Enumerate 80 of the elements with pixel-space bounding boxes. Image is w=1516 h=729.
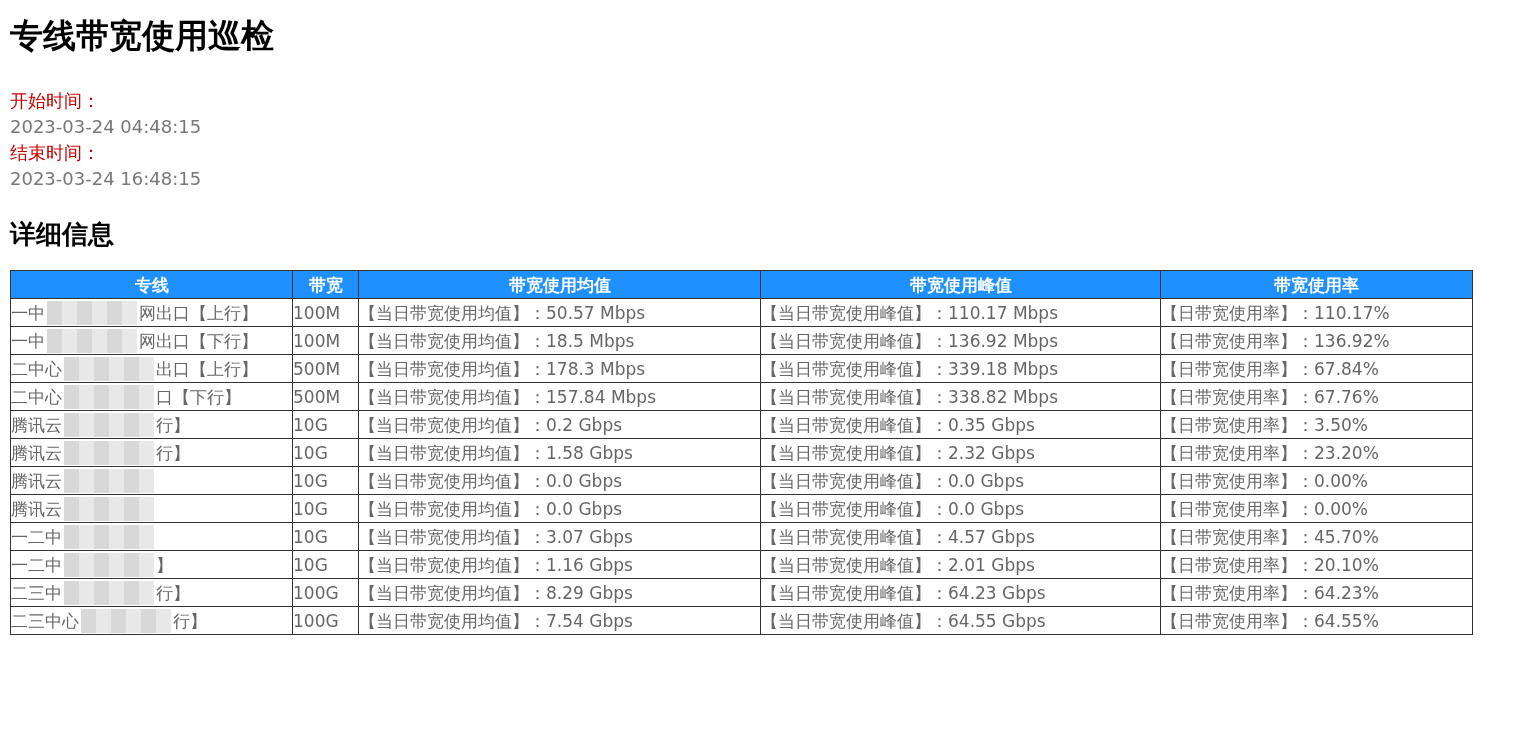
start-time-value: 2023-03-24 04:48:15 — [10, 115, 202, 139]
table-cell: 10G — [292, 438, 359, 467]
table-cell: 【日带宽使用率】：0.00% — [1160, 466, 1473, 495]
table-cell: 100G — [292, 606, 359, 635]
table-cell: 【当日带宽使用均值】：0.0 Gbps — [358, 466, 761, 495]
line-name-fragment: 一二中 — [11, 525, 62, 549]
line-name-fragment: 口【下行】 — [156, 385, 241, 409]
table-cell: 500M — [292, 354, 359, 383]
table-cell: 500M — [292, 382, 359, 411]
line-name-fragment: 出口【上行】 — [156, 357, 258, 381]
table-cell: 【日带宽使用率】：23.20% — [1160, 438, 1473, 467]
table-cell: 【当日带宽使用峰值】：110.17 Mbps — [760, 298, 1161, 327]
table-cell: 【当日带宽使用峰值】：2.32 Gbps — [760, 438, 1161, 467]
table-cell: 10G — [292, 550, 359, 579]
line-name-fragment: 行】 — [156, 413, 190, 437]
column-header: 带宽使用峰值 — [760, 270, 1161, 299]
line-name-fragment: 行】 — [173, 609, 207, 633]
table-cell: 【当日带宽使用峰值】：2.01 Gbps — [760, 550, 1161, 579]
table-cell: 【日带宽使用率】：45.70% — [1160, 522, 1473, 551]
table-cell: 【当日带宽使用峰值】：4.57 Gbps — [760, 522, 1161, 551]
table-cell: 【当日带宽使用均值】：1.16 Gbps — [358, 550, 761, 579]
line-name-fragment: 腾讯云 — [11, 441, 62, 465]
line-name-fragment: 一中 — [11, 329, 45, 353]
line-name-fragment: 行】 — [156, 581, 190, 605]
table-cell: 【日带宽使用率】：110.17% — [1160, 298, 1473, 327]
line-name-fragment: 网出口【下行】 — [139, 329, 258, 353]
end-time-label: 结束时间： — [10, 141, 100, 165]
table-cell: 【当日带宽使用峰值】：338.82 Mbps — [760, 382, 1161, 411]
table-cell: 【日带宽使用率】：64.55% — [1160, 606, 1473, 635]
table-cell: 【当日带宽使用均值】：3.07 Gbps — [358, 522, 761, 551]
line-name-fragment: 一中 — [11, 301, 45, 325]
table-cell: 【日带宽使用率】：136.92% — [1160, 326, 1473, 355]
table-cell: 10G — [292, 466, 359, 495]
table-cell: 【日带宽使用率】：20.10% — [1160, 550, 1473, 579]
line-name-fragment: 二中心 — [11, 357, 62, 381]
line-name-fragment: 腾讯云 — [11, 469, 62, 493]
table-cell: 100G — [292, 578, 359, 607]
column-header: 带宽 — [292, 270, 359, 299]
table-cell: 10G — [292, 494, 359, 523]
table-cell: 【日带宽使用率】：0.00% — [1160, 494, 1473, 523]
table-cell: 【日带宽使用率】：3.50% — [1160, 410, 1473, 439]
column-header: 专线 — [10, 270, 293, 299]
table-cell: 【当日带宽使用均值】：8.29 Gbps — [358, 578, 761, 607]
table-cell: 【日带宽使用率】：67.76% — [1160, 382, 1473, 411]
table-cell: 【当日带宽使用均值】：50.57 Mbps — [358, 298, 761, 327]
line-name-fragment: 二三中心 — [11, 609, 79, 633]
column-header: 带宽使用均值 — [358, 270, 761, 299]
end-time-value: 2023-03-24 16:48:15 — [10, 167, 202, 191]
table-cell: 100M — [292, 298, 359, 327]
table-cell: 【当日带宽使用峰值】：136.92 Mbps — [760, 326, 1161, 355]
start-time-label: 开始时间： — [10, 89, 100, 113]
table-cell: 【当日带宽使用峰值】：339.18 Mbps — [760, 354, 1161, 383]
table-cell: 【日带宽使用率】：67.84% — [1160, 354, 1473, 383]
line-name-fragment: 】 — [156, 553, 173, 577]
line-name-fragment: 腾讯云 — [11, 413, 62, 437]
page-title: 专线带宽使用巡检 — [10, 15, 274, 57]
table-cell: 10G — [292, 410, 359, 439]
line-name-fragment: 二三中 — [11, 581, 62, 605]
table-cell: 【当日带宽使用峰值】：64.23 Gbps — [760, 578, 1161, 607]
table-cell: 10G — [292, 522, 359, 551]
line-name-fragment: 一二中 — [11, 553, 62, 577]
line-name-fragment: 二中心 — [11, 385, 62, 409]
table-cell: 【当日带宽使用均值】：7.54 Gbps — [358, 606, 761, 635]
table-cell: 【当日带宽使用均值】：157.84 Mbps — [358, 382, 761, 411]
table-cell: 100M — [292, 326, 359, 355]
table-cell: 【当日带宽使用均值】：178.3 Mbps — [358, 354, 761, 383]
table-cell: 【当日带宽使用峰值】：0.0 Gbps — [760, 466, 1161, 495]
table-cell: 【当日带宽使用峰值】：0.35 Gbps — [760, 410, 1161, 439]
table-cell: 【日带宽使用率】：64.23% — [1160, 578, 1473, 607]
line-name-fragment: 腾讯云 — [11, 497, 62, 521]
section-title: 详细信息 — [10, 218, 114, 251]
table-cell: 【当日带宽使用峰值】：64.55 Gbps — [760, 606, 1161, 635]
table-cell: 【当日带宽使用均值】：0.0 Gbps — [358, 494, 761, 523]
line-name-fragment: 网出口【上行】 — [139, 301, 258, 325]
table-cell: 【当日带宽使用峰值】：0.0 Gbps — [760, 494, 1161, 523]
line-name-fragment: 行】 — [156, 441, 190, 465]
column-header: 带宽使用率 — [1160, 270, 1473, 299]
table-cell: 【当日带宽使用均值】：1.58 Gbps — [358, 438, 761, 467]
table-cell: 【当日带宽使用均值】：18.5 Mbps — [358, 326, 761, 355]
table-cell: 【当日带宽使用均值】：0.2 Gbps — [358, 410, 761, 439]
